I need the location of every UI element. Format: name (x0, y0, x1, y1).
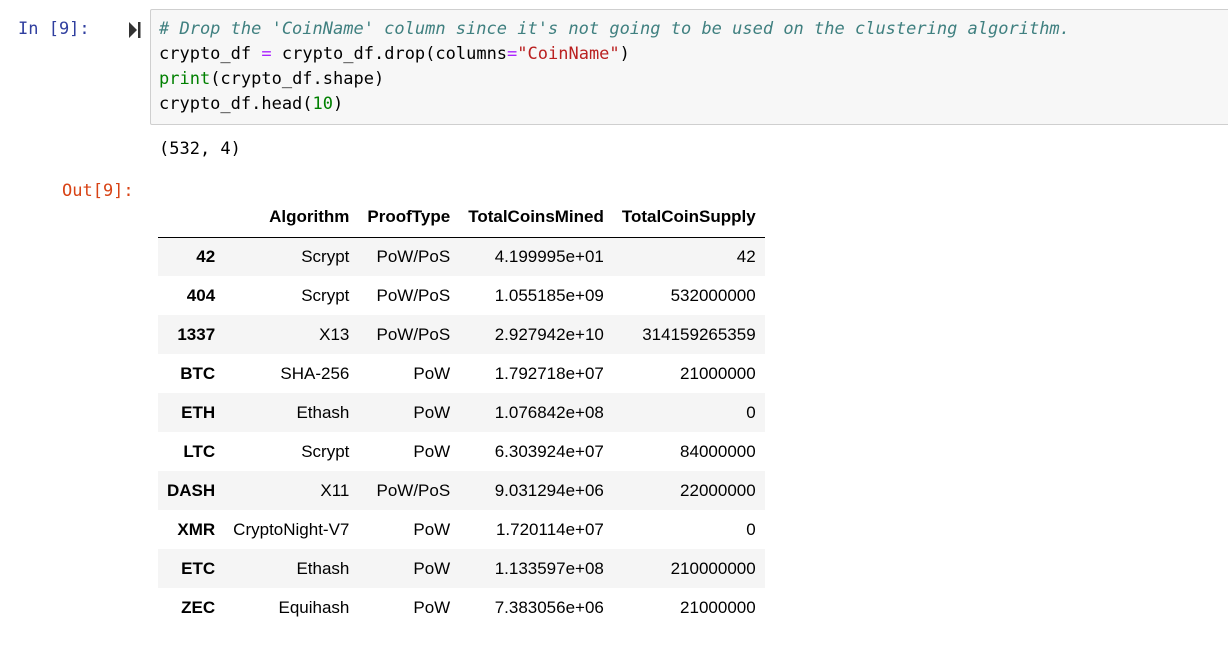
row-index: 404 (186, 285, 216, 305)
table-cell: Equihash (278, 597, 350, 617)
table-cell: PoW (413, 363, 451, 383)
column-header: Algorithm (224, 198, 359, 238)
table-cell: Ethash (296, 402, 350, 422)
table-cell: CryptoNight-V7 (233, 519, 350, 539)
code-text: # Drop the 'CoinName' column since it's … (159, 17, 1070, 117)
row-index: ZEC (181, 597, 216, 617)
table-cell: PoW (413, 441, 451, 461)
stdout-output: (532, 4) (159, 139, 241, 159)
table-cell: PoW (413, 519, 451, 539)
code-token: crypto_df.head( (159, 94, 313, 114)
row-index: 42 (196, 246, 216, 266)
table-cell: 7.383056e+06 (494, 597, 604, 617)
code-token: (crypto_df.shape) (210, 69, 385, 89)
table-cell: 1.133597e+08 (494, 558, 604, 578)
table-cell: PoW (413, 597, 451, 617)
table-header-row: Algorithm ProofType TotalCoinsMined Tota… (158, 198, 765, 238)
table-cell: 1.720114e+07 (495, 519, 604, 539)
table-row: ZEC Equihash PoW 7.383056e+06 21000000 (158, 588, 765, 627)
column-header: ProofType (358, 198, 460, 238)
code-comment: # Drop the 'CoinName' column since it's … (159, 19, 1070, 39)
table-cell: Scrypt (301, 441, 350, 461)
table-cell: 22000000 (680, 480, 756, 500)
row-index: DASH (167, 480, 216, 500)
table-cell: PoW/PoS (376, 480, 451, 500)
table-cell: SHA-256 (280, 363, 350, 383)
code-builtin: print (159, 69, 211, 89)
table-cell: 1.792718e+07 (494, 363, 604, 383)
table-cell: 4.199995e+01 (494, 246, 604, 266)
code-editor[interactable]: # Drop the 'CoinName' column since it's … (150, 9, 1228, 125)
table-cell: PoW/PoS (376, 324, 451, 344)
code-token: ) (333, 94, 344, 114)
row-index: 1337 (177, 324, 216, 344)
table-cell: 21000000 (680, 597, 756, 617)
table-row: ETC Ethash PoW 1.133597e+08 210000000 (158, 549, 765, 588)
row-index: ETC (181, 558, 216, 578)
dataframe-table: Algorithm ProofType TotalCoinsMined Tota… (158, 198, 765, 627)
table-cell: 532000000 (670, 285, 756, 305)
code-token: crypto_df.drop(columns (281, 44, 508, 64)
table-cell: PoW (413, 558, 451, 578)
notebook-cell: In [9]: # Drop the 'CoinName' column sin… (0, 0, 1228, 655)
column-header: TotalCoinsMined (459, 198, 613, 238)
table-row: 1337 X13 PoW/PoS 2.927942e+10 3141592653… (158, 315, 765, 354)
code-number: 10 (312, 94, 334, 114)
table-cell: PoW/PoS (376, 246, 451, 266)
run-cell-icon[interactable] (128, 20, 142, 40)
code-operator: = (261, 44, 272, 64)
column-header (158, 198, 225, 238)
table-cell: 1.076842e+08 (494, 402, 604, 422)
table-cell: 1.055185e+09 (494, 285, 604, 305)
table-cell: 9.031294e+06 (494, 480, 604, 500)
table-cell: 21000000 (680, 363, 756, 383)
row-index: LTC (183, 441, 216, 461)
table-cell: 0 (746, 402, 756, 422)
table-cell: 2.927942e+10 (494, 324, 604, 344)
code-token: crypto_df (159, 44, 252, 64)
table-cell: 0 (746, 519, 756, 539)
code-string: "CoinName" (517, 44, 620, 64)
table-cell: X11 (320, 480, 350, 500)
table-cell: 84000000 (680, 441, 756, 461)
table-cell: 210000000 (670, 558, 756, 578)
table-cell: 6.303924e+07 (494, 441, 604, 461)
table-cell: PoW (413, 402, 451, 422)
table-cell: Scrypt (301, 246, 350, 266)
table-row: BTC SHA-256 PoW 1.792718e+07 21000000 (158, 354, 765, 393)
code-operator: = (507, 44, 518, 64)
table-cell: Scrypt (301, 285, 350, 305)
table-row: ETH Ethash PoW 1.076842e+08 0 (158, 393, 765, 432)
row-index: BTC (180, 363, 216, 383)
table-row: DASH X11 PoW/PoS 9.031294e+06 22000000 (158, 471, 765, 510)
row-index: XMR (177, 519, 216, 539)
code-token: ) (619, 44, 630, 64)
table-cell: X13 (319, 324, 350, 344)
table-row: 404 Scrypt PoW/PoS 1.055185e+09 53200000… (158, 276, 765, 315)
table-cell: PoW/PoS (376, 285, 451, 305)
table-row: XMR CryptoNight-V7 PoW 1.720114e+07 0 (158, 510, 765, 549)
table-row: LTC Scrypt PoW 6.303924e+07 84000000 (158, 432, 765, 471)
column-header: TotalCoinSupply (612, 198, 765, 238)
table-row: 42 Scrypt PoW/PoS 4.199995e+01 42 (158, 237, 765, 276)
table-cell: 42 (736, 246, 756, 266)
input-prompt: In [9]: (18, 19, 90, 39)
row-index: ETH (181, 402, 216, 422)
table-cell: Ethash (296, 558, 350, 578)
output-prompt: Out[9]: (62, 181, 134, 201)
table-cell: 314159265359 (642, 324, 756, 344)
